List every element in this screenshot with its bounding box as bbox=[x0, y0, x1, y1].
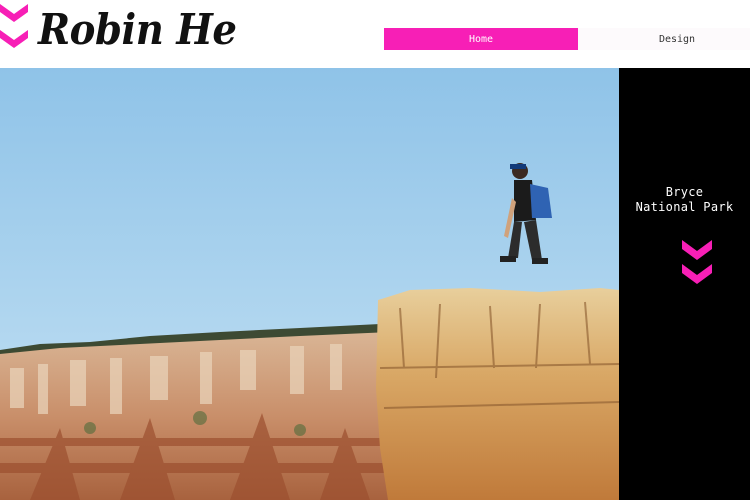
site-header: Robin He Home Design bbox=[0, 0, 750, 68]
caption-line-2: National Park bbox=[635, 200, 734, 214]
site-title[interactable]: Robin He bbox=[38, 2, 237, 58]
nav-home-link[interactable]: Home bbox=[384, 28, 578, 50]
caption-line-1: Bryce bbox=[665, 185, 704, 199]
location-caption: Bryce National Park bbox=[619, 185, 750, 215]
side-caption-panel: Bryce National Park bbox=[619, 68, 750, 500]
nav-design-link[interactable]: Design bbox=[578, 28, 750, 50]
canyon-photo bbox=[0, 68, 619, 500]
logo-chevron-icon[interactable] bbox=[0, 4, 28, 50]
hero-image bbox=[0, 68, 619, 500]
main-nav: Home Design bbox=[384, 28, 750, 50]
chevron-down-icon[interactable] bbox=[682, 240, 712, 288]
